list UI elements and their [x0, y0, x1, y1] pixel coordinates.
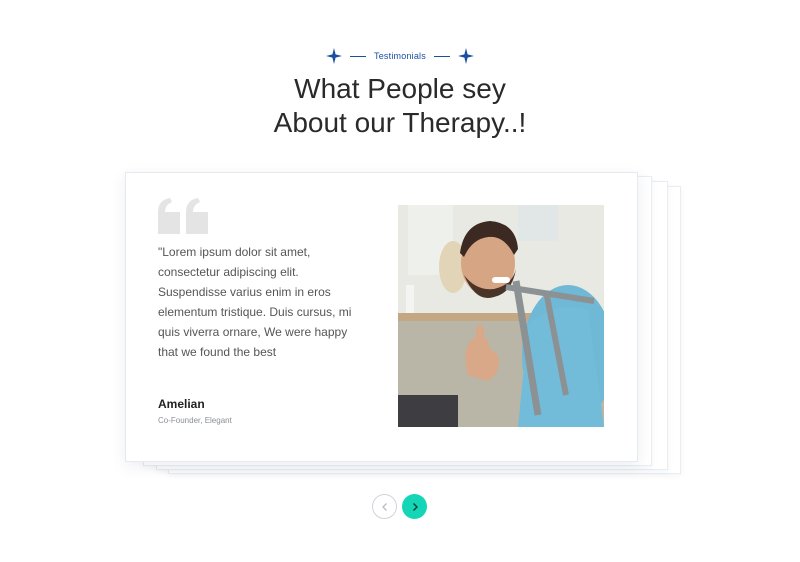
section-title: What People sey About our Therapy..! — [0, 72, 800, 140]
divider-line — [350, 55, 367, 57]
patient-photo-illustration — [398, 205, 604, 427]
divider-line — [433, 55, 450, 57]
author-role: Co-Founder, Elegant — [158, 416, 232, 425]
testimonial-photo — [398, 205, 604, 427]
section-eyebrow: Testimonials — [0, 48, 800, 64]
chevron-left-icon — [381, 502, 387, 511]
title-line: What People sey — [294, 73, 506, 104]
quote-icon — [158, 198, 208, 234]
sparkle-icon — [457, 48, 474, 64]
prev-button[interactable] — [372, 494, 397, 519]
author-name: Amelian — [158, 397, 205, 411]
next-button[interactable] — [402, 494, 427, 519]
testimonial-quote: "Lorem ipsum dolor sit amet, consectetur… — [158, 245, 352, 359]
eyebrow-label: Testimonials — [374, 51, 426, 61]
title-line: About our Therapy..! — [273, 107, 527, 138]
chevron-right-icon — [412, 502, 418, 511]
sparkle-icon — [326, 48, 343, 64]
